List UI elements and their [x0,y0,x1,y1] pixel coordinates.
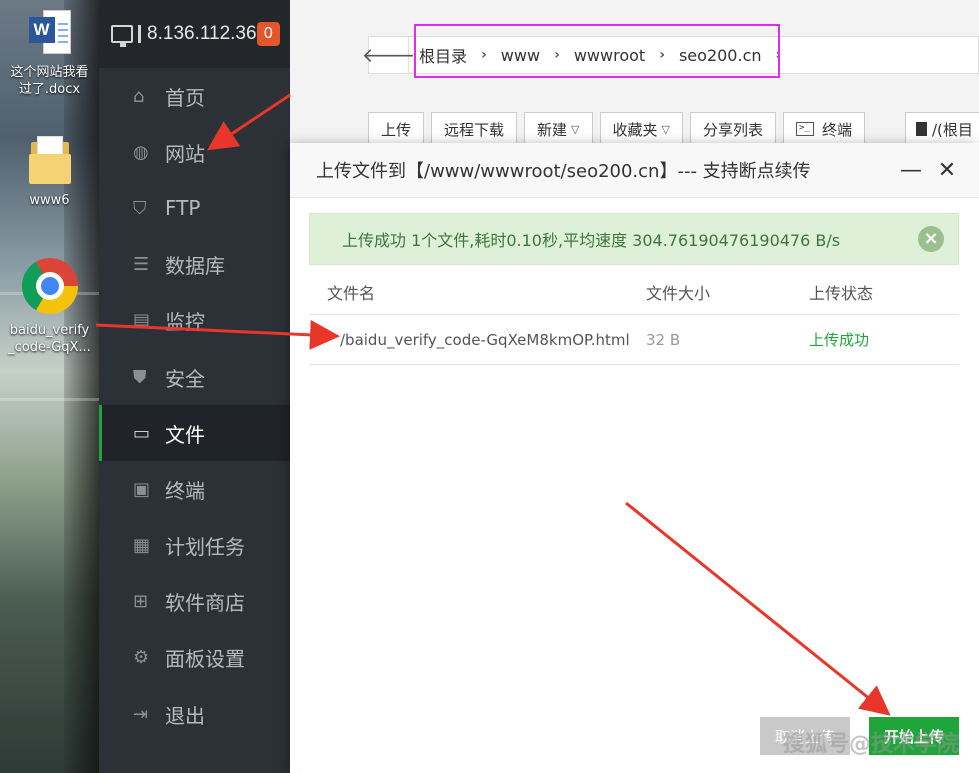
sidebar-item-label: 网站 [165,141,205,166]
sidebar-item-monitor[interactable]: ▤ 监控 [99,293,290,349]
breadcrumb-item[interactable]: wwwroot [564,46,655,65]
logout-icon: ⇥ [133,703,149,725]
folder-icon: ▭ [133,422,151,444]
minimize-icon[interactable]: — [893,158,929,183]
upload-success-alert: 上传成功 1个文件,耗时0.10秒,平均速度 304.7619047619047… [309,213,959,265]
desktop-icon-html-file[interactable]: baidu_verify _code-GqX... [0,258,99,356]
sidebar-item-website[interactable]: ◍ 网站 [99,124,290,180]
alert-close-icon[interactable]: × [918,226,944,252]
sidebar-item-security[interactable]: ⛊ 安全 [99,349,290,405]
file-size-cell: 32 B [646,330,681,349]
sidebar-item-label: FTP [165,196,201,221]
sidebar-item-label: 监控 [165,310,205,335]
remote-download-button[interactable]: 远程下载 [431,112,518,146]
chevron-down-icon: ▽ [571,122,580,136]
upload-button[interactable]: 上传 [368,112,425,146]
sidebar-item-ftp[interactable]: ⛉ FTP [99,180,290,236]
globe-icon: ◍ [133,141,149,163]
sidebar-item-label: 退出 [165,703,205,728]
column-header-name: 文件名 [327,283,376,303]
sidebar-item-app-store[interactable]: ⊞ 软件商店 [99,574,290,630]
cancel-upload-button[interactable]: 取消上传 [760,717,850,755]
word-document-icon: W [28,10,71,58]
sidebar-item-database[interactable]: ☰ 数据库 [99,237,290,293]
desktop-icon-label: 这个网站我看 [10,65,89,80]
alert-message: 上传成功 1个文件,耗时0.10秒,平均速度 304.7619047619047… [342,231,841,250]
column-header-status: 上传状态 [809,283,874,303]
breadcrumb: 🡐 根目录 › www › wwwroot › seo200.cn › [362,36,979,74]
sidebar-item-home[interactable]: ⌂ 首页 [99,68,290,124]
shield-icon: ⛊ [133,366,147,388]
sidebar-item-label: 软件商店 [165,591,245,616]
ftp-icon: ⛉ [133,197,147,219]
table-header: 文件名 文件大小 上传状态 [309,269,959,315]
sidebar-item-files[interactable]: ▭ 文件 [99,405,290,462]
shelf-line [0,398,99,401]
window-frame-strip [64,0,99,773]
database-icon: ☰ [133,254,150,276]
chrome-icon [21,258,78,314]
sidebar: 8.136.112.36 0 ⌂ 首页 ◍ 网站 ⛉ FTP ☰ 数据库 ▤ 监控 ⛊ 安全… [99,0,290,773]
upload-status-cell: 上传成功 [809,331,870,349]
sidebar-item-label: 数据库 [165,254,225,279]
monitor-chart-icon: ▤ [133,310,151,332]
table-row: /baidu_verify_code-GqXeM8kmOP.html 32 B … [309,315,959,365]
chevron-right-icon: › [775,47,782,63]
column-header-size: 文件大小 [646,283,711,303]
terminal-button[interactable]: >_ 终端 [783,112,866,146]
upload-dialog: 上传文件到【/www/wwwroot/seo200.cn】--- 支持断点续传 … [290,143,979,773]
message-badge[interactable]: 0 [256,22,280,46]
chevron-right-icon: › [481,47,487,63]
dialog-title: 上传文件到【/www/wwwroot/seo200.cn】--- 支持断点续传 [316,161,811,182]
file-name-cell: /baidu_verify_code-GqXeM8kmOP.html [340,330,630,349]
desktop-icon-label: _code-GqX... [8,340,91,355]
server-header: 8.136.112.36 0 [99,0,290,68]
server-monitor-icon [111,25,142,47]
desktop-icon-label: baidu_verify [9,323,90,338]
sidebar-item-label: 终端 [165,478,205,503]
dialog-header: 上传文件到【/www/wwwroot/seo200.cn】--- 支持断点续传 … [290,143,979,198]
calendar-icon: ▦ [133,535,151,557]
terminal-icon: ▣ [133,478,151,500]
start-upload-button[interactable]: 开始上传 [869,717,959,755]
sidebar-item-label: 计划任务 [165,535,245,560]
sidebar-item-settings[interactable]: ⚙ 面板设置 [99,630,290,686]
sidebar-item-label: 文件 [165,422,205,447]
terminal-icon: >_ [796,122,815,136]
close-icon[interactable]: ✕ [929,158,965,183]
folder-icon [28,136,71,186]
breadcrumb-item[interactable]: 根目录 [409,43,477,67]
share-list-button[interactable]: 分享列表 [690,112,777,146]
new-dropdown-button[interactable]: 新建 ▽ [524,112,593,146]
sidebar-item-cron[interactable]: ▦ 计划任务 [99,518,290,574]
back-arrow-icon[interactable]: 🡐 [362,37,415,73]
drive-selector[interactable]: /(根目 [905,112,979,146]
breadcrumb-item[interactable]: seo200.cn [669,46,772,65]
sidebar-item-terminal[interactable]: ▣ 终端 [99,461,290,517]
gear-icon: ⚙ [133,647,150,669]
file-toolbar: 上传 远程下载 新建 ▽ 收藏夹 ▽ 分享列表 >_ 终端 [368,112,872,146]
breadcrumb-item[interactable]: www [491,46,550,65]
chevron-right-icon: › [554,47,560,63]
upload-file-table: 文件名 文件大小 上传状态 /baidu_verify_code-GqXeM8k… [309,269,959,365]
chevron-down-icon: ▽ [661,122,670,136]
desktop-icon-label: 过了.docx [18,82,81,97]
favorites-dropdown-button[interactable]: 收藏夹 ▽ [599,112,683,146]
desktop-icon-docx[interactable]: W 这个网站我看 过了.docx [0,10,99,98]
sidebar-item-label: 安全 [165,366,205,391]
home-icon: ⌂ [133,85,145,107]
desktop-background: W 这个网站我看 过了.docx www6 baidu_verify _code… [0,0,99,773]
sidebar-item-label: 首页 [165,85,205,110]
desktop-icon-folder[interactable]: www6 [0,136,99,209]
sidebar-item-label: 面板设置 [165,647,245,672]
sidebar-item-logout[interactable]: ⇥ 退出 [99,686,290,742]
grid-icon: ⊞ [133,591,149,613]
drive-icon [916,122,927,136]
desktop-icon-label: www6 [29,193,70,208]
chevron-right-icon: › [659,47,665,63]
server-ip: 8.136.112.36 [147,23,257,44]
